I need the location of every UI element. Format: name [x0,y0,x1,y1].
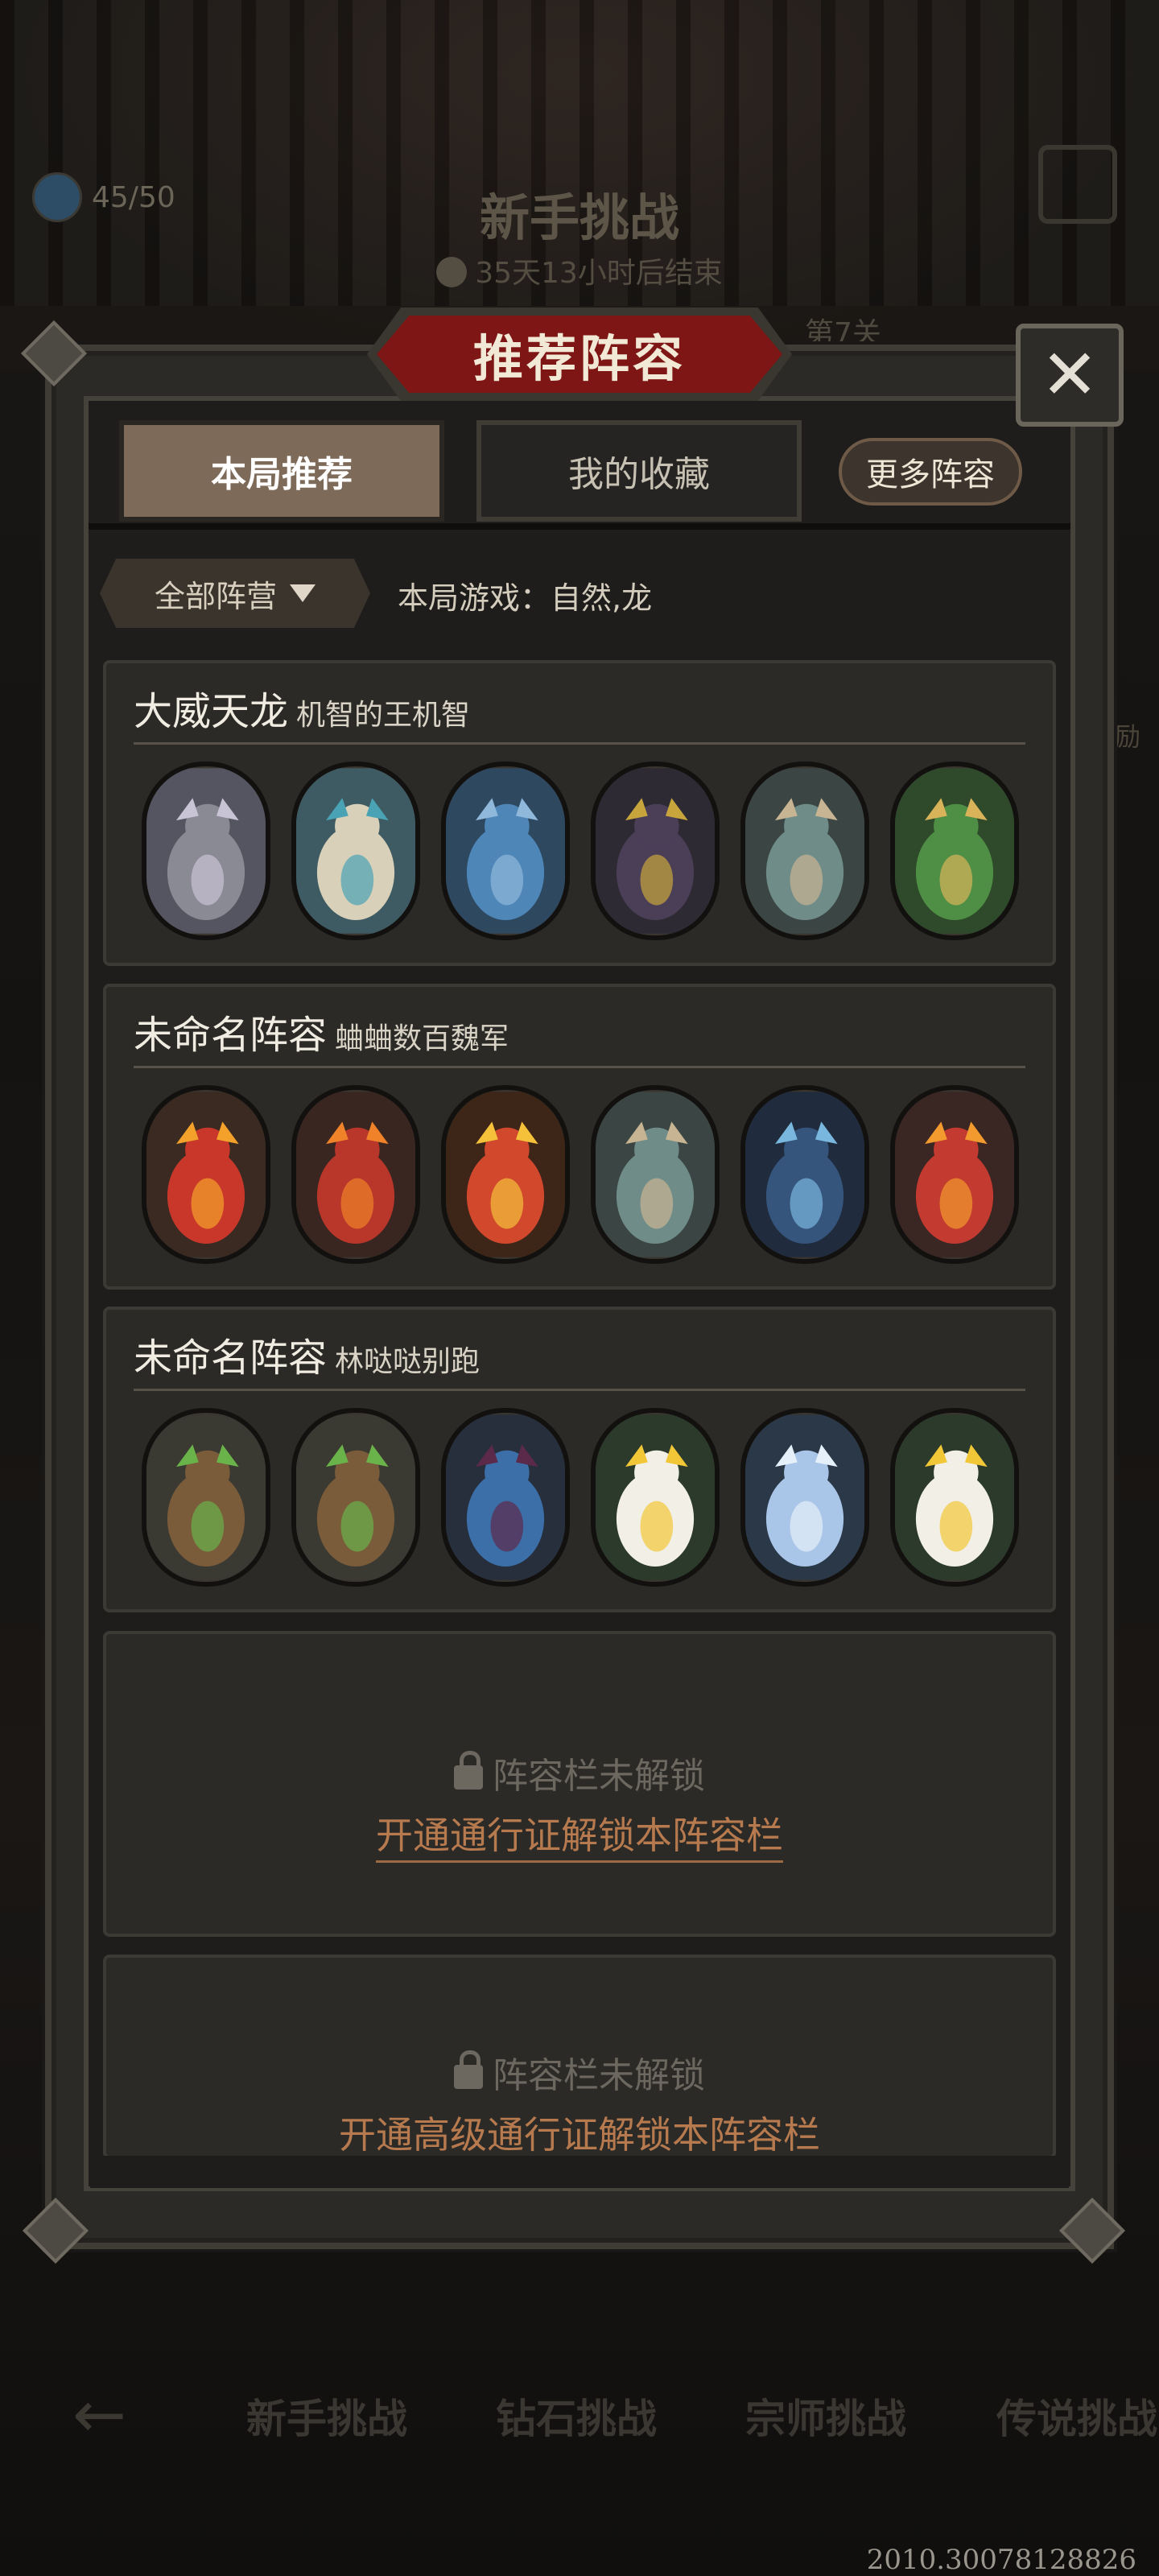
nav-tab-beginner: 新手挑战 [246,2396,407,2442]
locked-status: 阵容栏未解锁 [106,2046,1053,2098]
grey-horned-dragon-portrait[interactable] [142,762,270,940]
coordinate-readout: 2010.30078128826 [866,2544,1136,2576]
unlock-premium-pass-link[interactable]: 开通高级通行证解锁本阵容栏 [106,2106,1053,2162]
white-eastern-dragon-icon [296,768,415,934]
red-fire-whelp-icon [146,1092,266,1257]
locked-status: 阵容栏未解锁 [106,1747,1053,1798]
unlock-pass-link[interactable]: 开通通行证解锁本阵容栏 [106,1806,1053,1863]
singing-flower-portrait[interactable] [591,1408,720,1587]
grey-horned-dragon-icon [146,768,266,934]
red-fire-dragon-icon [895,1092,1014,1257]
lineup-divider [134,1389,1025,1391]
lineup-card[interactable]: 未命名阵容 蛐蛐数百魏军 [103,984,1056,1290]
ice-maiden-icon [745,1414,864,1580]
blue-storm-dragon-portrait[interactable] [740,1085,869,1264]
red-fire-drake-portrait[interactable] [291,1085,420,1264]
nav-tab-legend: 传说挑战 [996,2396,1157,2442]
lineup-card[interactable]: 未命名阵容 林哒哒别跑 [103,1307,1056,1612]
sapling-tree-icon [296,1414,415,1580]
sapling-tree-portrait[interactable] [142,1408,270,1587]
red-fire-whelp-portrait[interactable] [142,1085,270,1264]
locked-lineup-slot: 阵容栏未解锁 开通高级通行证解锁本阵容栏 [103,1955,1056,2162]
clock-icon [436,257,468,287]
green-horned-dragon-portrait[interactable] [890,762,1019,940]
grey-winged-demon-icon [745,768,864,934]
lineup-divider [134,1066,1025,1068]
lock-icon [454,1751,483,1790]
sapling-tree-icon [146,1414,266,1580]
close-button[interactable]: ✕ [1016,324,1124,427]
tab-this-game[interactable]: 本局推荐 [119,420,444,522]
event-timer: 35天13小时后结束 [0,250,1159,291]
lineup-author: 机智的王机智 [296,699,471,732]
grey-winged-demon-portrait[interactable] [591,1085,720,1264]
lineup-author: 林哒哒别跑 [335,1345,481,1378]
nav-tab-master: 宗师挑战 [745,2396,906,2442]
modal-title-banner: 推荐阵容 [367,308,792,401]
lineup-name: 未命名阵容 [134,1335,328,1381]
locked-lineup-slot: 阵容栏未解锁 开通通行证解锁本阵容栏 [103,1631,1056,1937]
white-eastern-dragon-portrait[interactable] [291,762,420,940]
grey-winged-demon-icon [596,1092,715,1257]
blue-baby-dragon-icon [446,768,565,934]
lineup-author: 蛐蛐数百魏军 [335,1022,509,1055]
grey-winged-demon-portrait[interactable] [740,762,869,940]
green-horned-dragon-icon [895,768,1014,934]
event-timer-text: 35天13小时后结束 [475,257,723,290]
modal-title: 推荐阵容 [472,329,686,388]
scroll-fade [90,2156,1069,2188]
exit-icon [1038,145,1117,224]
lock-icon [454,2050,483,2089]
lineup-divider [134,742,1025,745]
close-icon: ✕ [1040,335,1099,415]
fire-dragon-portrait[interactable] [441,1085,570,1264]
side-reward-label: 励 [1115,721,1141,752]
lineup-title: 大威天龙 机智的王机智 [134,679,470,736]
blue-baby-dragon-portrait[interactable] [441,762,570,940]
lineup-card[interactable]: 大威天龙 机智的王机智 [103,660,1056,966]
lineup-name: 大威天龙 [134,689,289,734]
dropdown-triangle-icon [290,584,316,602]
red-fire-dragon-portrait[interactable] [890,1085,1019,1264]
ice-maiden-portrait[interactable] [740,1408,869,1587]
sapling-tree-portrait[interactable] [291,1408,420,1587]
blue-storm-dragon-icon [745,1092,864,1257]
tab-my-favorites[interactable]: 我的收藏 [476,420,802,522]
game-info-text: 本局游戏：自然,龙 [398,580,653,616]
singing-flower-portrait[interactable] [890,1408,1019,1587]
dark-purple-dragon-icon [596,768,715,934]
fire-dragon-icon [446,1092,565,1257]
nav-tab-diamond: 钻石挑战 [496,2396,657,2442]
faction-filter-label: 全部阵营 [154,578,277,614]
red-fire-drake-icon [296,1092,415,1257]
faction-filter-dropdown[interactable]: 全部阵营 [100,559,370,628]
singing-flower-icon [895,1414,1014,1580]
tab-divider [89,523,1070,530]
lineup-title: 未命名阵容 林哒哒别跑 [134,1326,480,1382]
dark-purple-dragon-portrait[interactable] [591,762,720,940]
lineup-name: 未命名阵容 [134,1013,328,1058]
back-arrow-icon: ← [72,2377,127,2452]
more-lineups-button[interactable]: 更多阵容 [839,438,1022,506]
blue-elf-sorceress-portrait[interactable] [441,1408,570,1587]
event-title: 新手挑战 [479,188,679,247]
singing-flower-icon [596,1414,715,1580]
lineup-title: 未命名阵容 蛐蛐数百魏军 [134,1003,509,1059]
blue-elf-sorceress-icon [446,1414,565,1580]
